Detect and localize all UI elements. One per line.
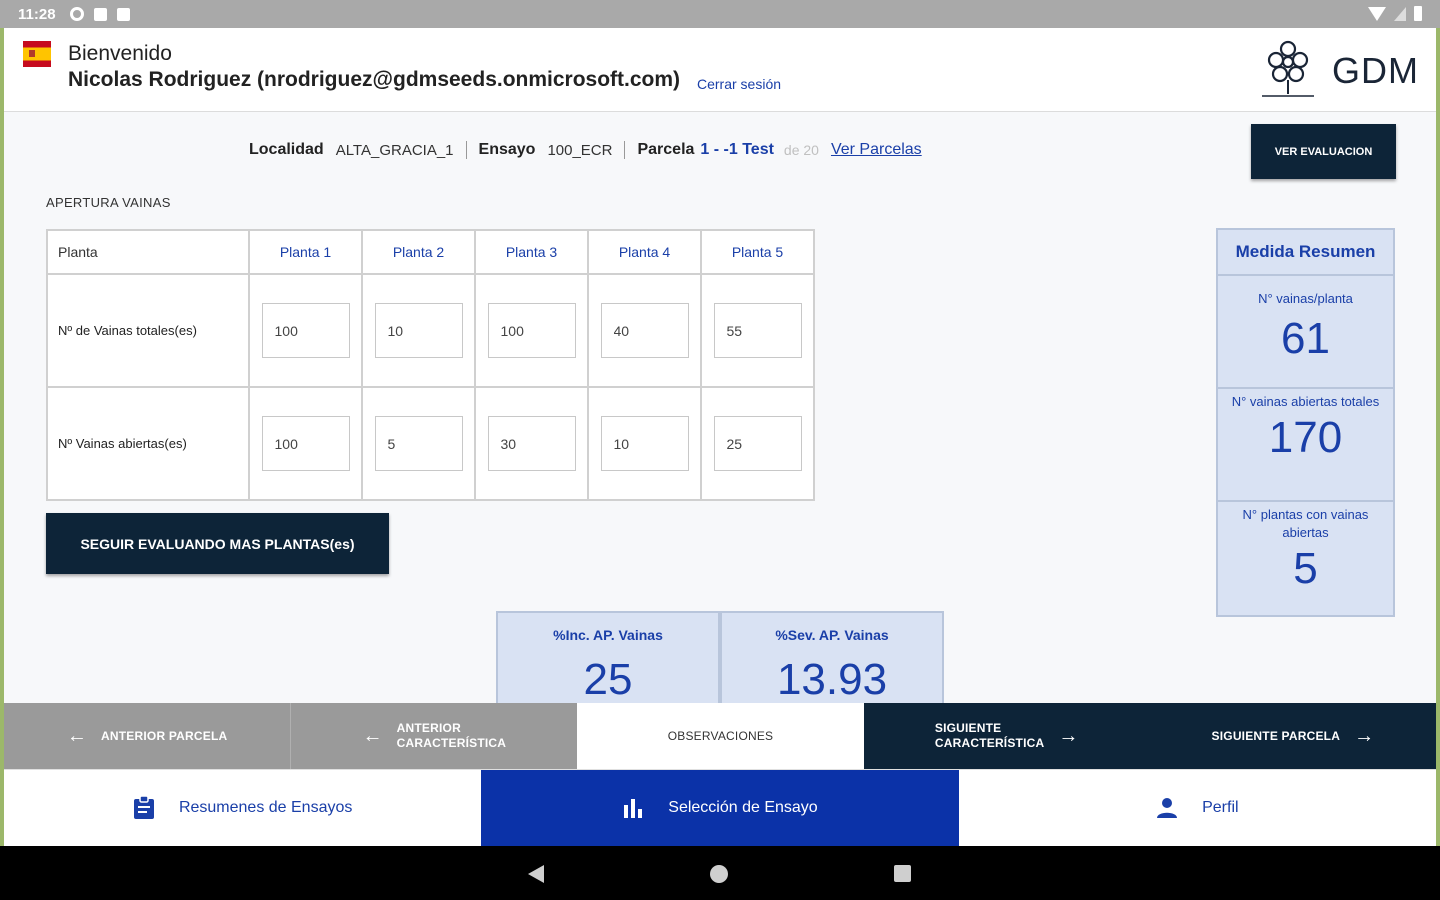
plot-label: Parcela: [637, 141, 695, 158]
welcome-text: Bienvenido: [68, 42, 172, 65]
brand-name: GDM: [1332, 50, 1419, 91]
total-pods-input[interactable]: [713, 303, 802, 358]
app-header: Bienvenido Nicolas Rodriguez (nrodriguez…: [4, 28, 1436, 112]
total-pods-input[interactable]: [374, 303, 463, 358]
next-plot-button[interactable]: SIGUIENTE PARCELA →: [1149, 703, 1436, 769]
wifi-icon: [1368, 6, 1386, 21]
arrow-right-icon: →: [1354, 724, 1375, 747]
summary-value: 5: [1293, 544, 1318, 593]
next-characteristic-label: CARACTERÍSTICA: [934, 736, 1045, 750]
summary-item: N° vainas/planta 61: [1218, 276, 1393, 389]
plot-value: 1 - -1 Test: [700, 141, 774, 158]
plot-count: de 20: [783, 142, 819, 158]
tab-label: Perfil: [1202, 799, 1239, 816]
summary-title: Medida Resumen: [1218, 230, 1393, 276]
back-icon[interactable]: [528, 865, 544, 883]
row-label: Nº de Vainas totales(es): [46, 273, 250, 388]
open-pods-input[interactable]: [261, 416, 350, 471]
trial-info-bar: Localidad ALTA_GRACIA_1 Ensayo 100_ECR P…: [249, 141, 922, 159]
next-characteristic-label: SIGUIENTE: [934, 721, 1002, 735]
user-name: Nicolas Rodriguez (nrodriguez@gdmseeds.o…: [68, 68, 681, 91]
locality-label: Localidad: [249, 141, 324, 158]
settings-icon: [69, 7, 84, 21]
logout-link[interactable]: Cerrar sesión: [697, 76, 781, 92]
evaluation-table: Planta Planta 1 Planta 2 Planta 3 Planta…: [46, 229, 815, 501]
summary-value: 170: [1268, 413, 1343, 462]
summary-value: 61: [1281, 314, 1330, 363]
battery-icon: [1414, 6, 1422, 21]
notification-icon: [93, 7, 107, 21]
status-time: 11:28: [18, 5, 56, 23]
column-header: Planta 1: [248, 229, 363, 275]
observations-label: OBSERVACIONES: [667, 729, 774, 743]
see-plots-link[interactable]: Ver Parcelas: [831, 141, 922, 159]
total-pods-input[interactable]: [600, 303, 689, 358]
clipboard-icon: [133, 796, 154, 819]
table-corner-header: Planta: [46, 229, 250, 275]
previous-plot-label: ANTERIOR PARCELA: [101, 729, 228, 743]
open-pods-input[interactable]: [713, 416, 802, 471]
row-label: Nº Vainas abiertas(es): [46, 386, 250, 501]
recent-apps-icon[interactable]: [894, 865, 911, 882]
locality-value: ALTA_GRACIA_1: [335, 141, 454, 159]
summary-label: N° vainas abiertas totales: [1231, 394, 1380, 409]
navigation-row: ← ANTERIOR PARCELA ← ANTERIOR CARACTERÍS…: [4, 703, 1436, 769]
observations-button[interactable]: OBSERVACIONES: [577, 703, 864, 769]
divider: [624, 141, 626, 159]
column-header: Planta 3: [474, 229, 589, 275]
tab-trial-summaries[interactable]: Resumenes de Ensayos: [4, 770, 481, 846]
tab-profile[interactable]: Perfil: [959, 770, 1436, 846]
summary-label: N° plantas con vainas abiertas: [1242, 507, 1369, 540]
open-pods-input[interactable]: [487, 416, 576, 471]
total-pods-input[interactable]: [487, 303, 576, 358]
column-header: Planta 4: [587, 229, 702, 275]
arrow-left-icon: ←: [362, 724, 383, 747]
table-header-row: Planta Planta 1 Planta 2 Planta 3 Planta…: [46, 229, 815, 275]
status-bar: 11:28: [0, 0, 1440, 28]
total-pods-input[interactable]: [261, 303, 350, 358]
divider: [465, 141, 467, 159]
signal-icon: [1394, 6, 1406, 21]
home-icon[interactable]: [710, 865, 728, 883]
open-pods-input[interactable]: [374, 416, 463, 471]
previous-characteristic-label: CARACTERÍSTICA: [396, 736, 507, 750]
spain-flag-icon[interactable]: [23, 41, 51, 67]
system-navigation-bar: [0, 846, 1440, 900]
open-pods-input[interactable]: [600, 416, 689, 471]
bottom-tab-bar: Resumenes de Ensayos Selección de Ensayo…: [4, 769, 1436, 846]
trial-label: Ensayo: [478, 141, 536, 158]
evaluate-more-plants-button[interactable]: SEGUIR EVALUANDO MAS PLANTAS(es): [46, 513, 389, 574]
trial-value: 100_ECR: [547, 141, 613, 159]
next-plot-label: SIGUIENTE PARCELA: [1211, 729, 1341, 743]
incidence-value: 25: [583, 655, 633, 704]
bar-chart-icon: [624, 799, 643, 818]
arrow-right-icon: →: [1058, 724, 1079, 747]
arrow-left-icon: ←: [66, 724, 88, 747]
previous-characteristic-button[interactable]: ← ANTERIOR CARACTERÍSTICA: [290, 703, 578, 769]
summary-label: N° vainas/planta: [1258, 291, 1353, 306]
next-characteristic-button[interactable]: SIGUIENTE CARACTERÍSTICA →: [863, 703, 1150, 769]
tab-label: Selección de Ensayo: [668, 799, 818, 816]
gdm-logo-icon: [1262, 40, 1314, 97]
incidence-label: %Inc. AP. Vainas: [553, 627, 663, 643]
tab-trial-selection[interactable]: Selección de Ensayo: [481, 770, 959, 846]
app-window: Bienvenido Nicolas Rodriguez (nrodriguez…: [4, 28, 1436, 846]
previous-plot-button[interactable]: ← ANTERIOR PARCELA: [4, 703, 291, 769]
section-title: APERTURA VAINAS: [46, 195, 171, 210]
previous-characteristic-label: ANTERIOR: [396, 721, 461, 735]
view-evaluation-button[interactable]: VER EVALUACION: [1251, 124, 1396, 179]
severity-value: 13.93: [776, 655, 888, 704]
sd-card-icon: [116, 7, 130, 21]
severity-label: %Sev. AP. Vainas: [775, 627, 889, 643]
summary-item: N° vainas abiertas totales 170: [1218, 389, 1393, 502]
column-header: Planta 5: [700, 229, 815, 275]
column-header: Planta 2: [361, 229, 476, 275]
person-icon: [1157, 798, 1178, 818]
summary-panel: Medida Resumen N° vainas/planta 61 N° va…: [1216, 228, 1395, 617]
table-row: Nº Vainas abiertas(es): [46, 386, 815, 501]
summary-item: N° plantas con vainas abiertas 5: [1218, 502, 1393, 615]
table-row: Nº de Vainas totales(es): [46, 273, 815, 388]
tab-label: Resumenes de Ensayos: [178, 799, 353, 816]
